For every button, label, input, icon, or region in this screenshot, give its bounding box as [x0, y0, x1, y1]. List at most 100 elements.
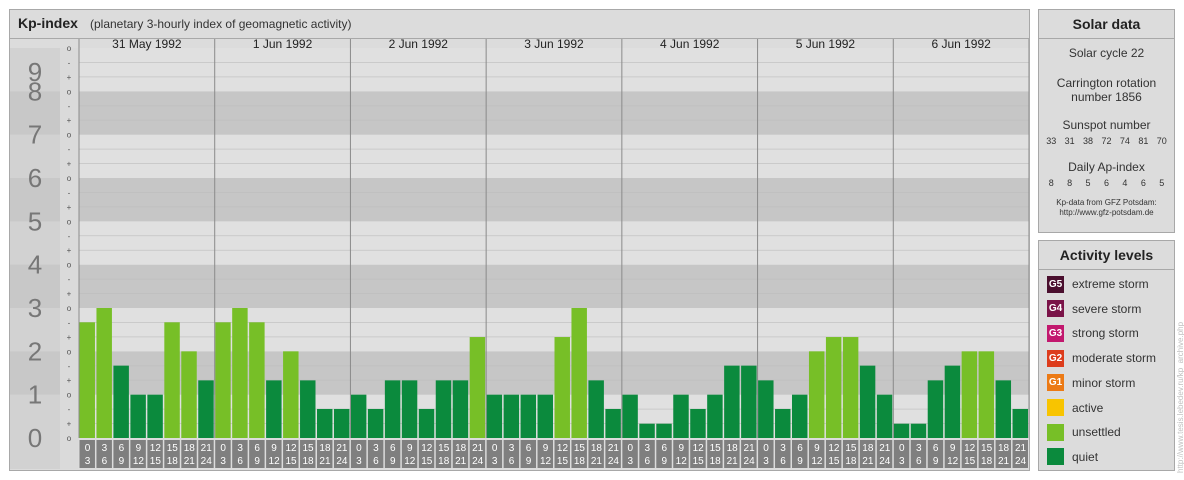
legend-swatch: G3 [1047, 324, 1064, 342]
legend-label: strong storm [1072, 326, 1139, 341]
y-sub-mark: + [67, 376, 72, 385]
legend-item: G3 strong storm [1047, 324, 1139, 342]
legend-label: unsettled [1072, 425, 1121, 440]
y-sub-mark: - [68, 275, 71, 284]
legend-item: G5 extreme storm [1047, 275, 1149, 293]
day-label: 5 Jun 1992 [796, 37, 856, 51]
day-label: 1 Jun 1992 [253, 37, 313, 51]
watermark: http://www.tesis.lebedev.ru/kp_archive.p… [1176, 321, 1184, 473]
y-sub-mark: o [67, 174, 72, 183]
ap-value: 8 [1067, 178, 1073, 188]
hour-tick-start: 3 [645, 443, 651, 454]
hour-tick-start: 3 [237, 443, 243, 454]
hour-tick-end: 24 [472, 456, 484, 467]
solar-data-title: Solar data [1039, 10, 1174, 39]
kp-bar [588, 380, 604, 438]
day-label: 31 May 1992 [112, 37, 182, 51]
hour-tick-start: 0 [763, 443, 769, 454]
hour-tick-start: 9 [136, 443, 142, 454]
hour-tick-end: 18 [845, 456, 857, 467]
kp-band [79, 48, 1029, 92]
hour-tick-end: 21 [862, 456, 874, 467]
y-sub-mark: - [68, 318, 71, 327]
kp-bar [198, 380, 214, 438]
day-label: 2 Jun 1992 [389, 37, 449, 51]
credit-link[interactable]: http://www.gfz-potsdam.de [1039, 208, 1174, 218]
legend-swatch [1047, 423, 1064, 441]
hour-tick-end: 24 [1015, 456, 1027, 467]
hour-tick-start: 18 [184, 443, 196, 454]
hour-tick-start: 9 [814, 443, 820, 454]
legend-item: active [1047, 399, 1103, 417]
y-sub-mark: o [67, 261, 72, 270]
y-tick-label: 6 [28, 163, 42, 193]
hour-tick-start: 0 [356, 443, 362, 454]
sunspot-value: 38 [1083, 136, 1094, 146]
hour-tick-start: 21 [336, 443, 348, 454]
hour-tick-start: 9 [271, 443, 277, 454]
kp-bar [249, 322, 265, 438]
kp-bar [317, 408, 333, 438]
legend-item: quiet [1047, 448, 1098, 466]
hour-tick-end: 15 [828, 456, 840, 467]
sunspot-value: 33 [1046, 136, 1057, 146]
kp-bar [910, 423, 927, 438]
hour-tick-end: 3 [220, 456, 226, 467]
kp-bar [808, 351, 825, 438]
kp-bar [79, 322, 95, 438]
kp-bar [656, 423, 672, 438]
ap-value: 8 [1048, 178, 1054, 188]
hour-tick-end: 15 [693, 456, 705, 467]
kp-bar [571, 308, 587, 438]
y-sub-mark: - [68, 362, 71, 371]
hour-tick-end: 12 [947, 456, 959, 467]
kp-bar [469, 337, 486, 438]
kp-band [79, 264, 1029, 308]
sunspot-value: 70 [1156, 136, 1167, 146]
hour-tick-end: 9 [390, 456, 396, 467]
hour-tick-end: 15 [557, 456, 569, 467]
legend-item: G4 severe storm [1047, 300, 1141, 318]
solar-cycle: Solar cycle 22 [1068, 46, 1145, 60]
kp-bar [792, 394, 808, 438]
kp-bar [215, 322, 231, 438]
kp-bar [893, 423, 910, 438]
kp-bar [113, 365, 129, 438]
hour-tick-end: 12 [676, 456, 688, 467]
hour-tick-end: 12 [133, 456, 145, 467]
kp-bar [232, 308, 248, 438]
kp-bar [300, 380, 316, 438]
hour-tick-start: 15 [302, 443, 314, 454]
ap-values: 8 8 5 6 4 6 5 [1039, 178, 1174, 188]
kp-bar [673, 394, 689, 438]
kp-band [79, 178, 1029, 222]
ap-value: 5 [1159, 178, 1165, 188]
ap-value: 6 [1103, 178, 1109, 188]
hour-tick-start: 15 [710, 443, 722, 454]
day-label: 3 Jun 1992 [524, 37, 584, 51]
y-sub-mark: - [68, 58, 71, 67]
kp-bar [367, 408, 384, 438]
hour-tick-start: 12 [828, 443, 840, 454]
hour-tick-end: 15 [285, 456, 297, 467]
hour-tick-start: 21 [744, 443, 756, 454]
hour-tick-start: 3 [916, 443, 922, 454]
hour-tick-start: 9 [543, 443, 549, 454]
ap-value: 4 [1122, 178, 1128, 188]
y-sub-mark: + [67, 290, 72, 299]
hour-tick-start: 18 [591, 443, 603, 454]
kp-bar [707, 394, 723, 438]
hour-tick-start: 18 [319, 443, 331, 454]
kp-bar [130, 394, 146, 438]
legend-label: severe storm [1072, 301, 1142, 316]
hour-tick-start: 21 [1015, 443, 1027, 454]
y-sub-mark: o [67, 217, 72, 226]
hour-tick-end: 12 [811, 456, 823, 467]
y-sub-mark: - [68, 102, 71, 111]
hour-tick-end: 9 [119, 456, 125, 467]
kp-bar [876, 394, 893, 438]
legend-label: extreme storm [1072, 277, 1149, 291]
kp-bar [418, 408, 435, 438]
hour-tick-end: 15 [421, 456, 433, 467]
day-label: 6 Jun 1992 [931, 37, 991, 51]
